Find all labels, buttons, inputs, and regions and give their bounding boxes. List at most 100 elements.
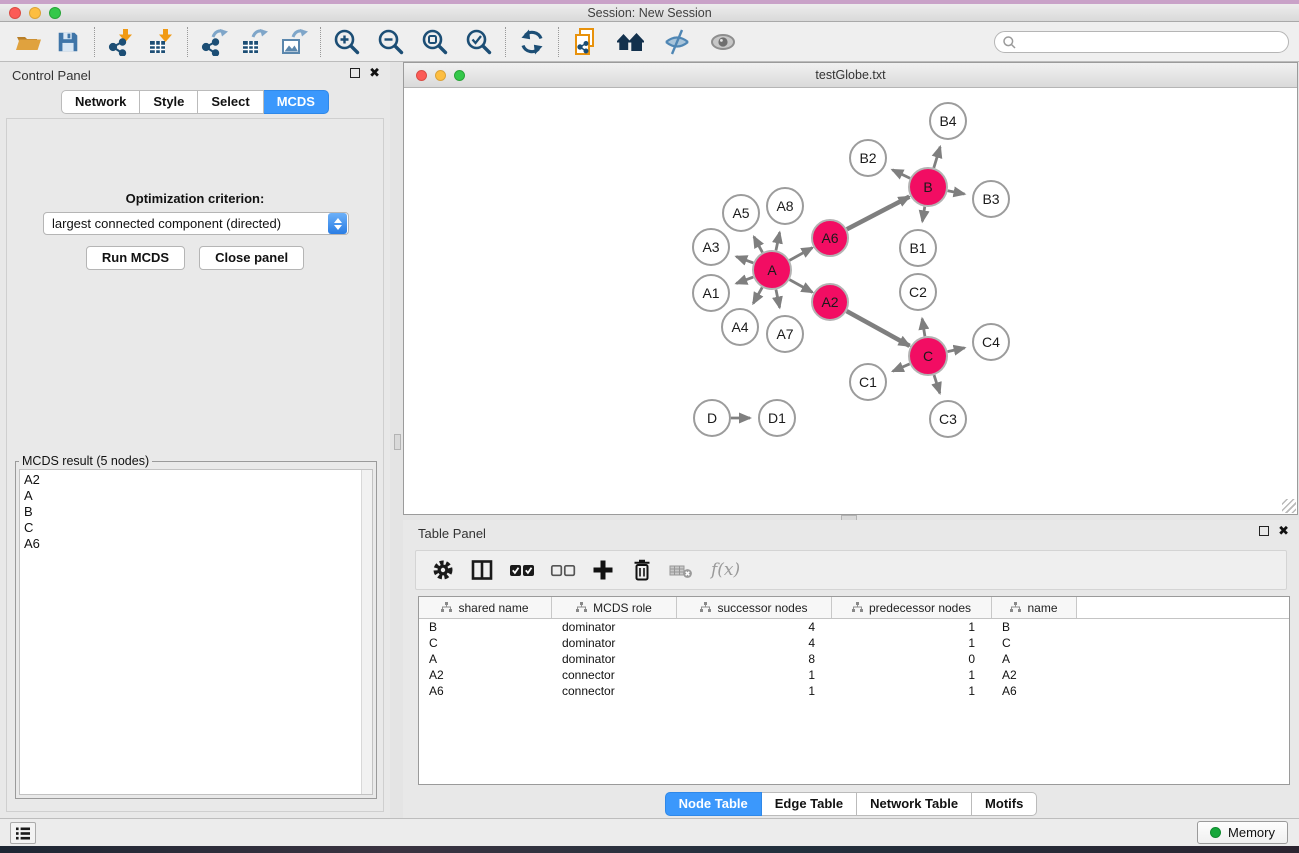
graph-node-A3[interactable]: A3 bbox=[693, 229, 729, 265]
edge-C-C2[interactable] bbox=[922, 319, 925, 337]
open-network-from-cloud-button[interactable] bbox=[569, 26, 601, 58]
close-panel-button[interactable]: Close panel bbox=[199, 246, 304, 270]
graph-node-B4[interactable]: B4 bbox=[930, 103, 966, 139]
tab-select[interactable]: Select bbox=[198, 90, 263, 114]
import-table-button[interactable] bbox=[145, 26, 177, 58]
edge-C-C3[interactable] bbox=[934, 375, 940, 393]
select-all-rows-button[interactable] bbox=[508, 555, 536, 585]
table-row[interactable]: Cdominator41C bbox=[419, 635, 1289, 651]
edge-C-C1[interactable] bbox=[893, 364, 910, 371]
edge-B-B2[interactable] bbox=[892, 170, 910, 179]
open-session-button[interactable] bbox=[12, 26, 44, 58]
edge-A-A2[interactable] bbox=[790, 280, 813, 293]
graph-node-A2[interactable]: A2 bbox=[812, 284, 848, 320]
close-table-panel-icon[interactable]: ✖ bbox=[1278, 526, 1289, 536]
edge-B-B1[interactable] bbox=[922, 207, 924, 222]
graph-node-B1[interactable]: B1 bbox=[900, 230, 936, 266]
network-canvas[interactable]: ABCA6A2A1A3A4A5A7A8B1B2B3B4C1C2C3C4DD1 bbox=[404, 89, 1297, 514]
hide-details-button[interactable] bbox=[661, 26, 693, 58]
delete-columns-button[interactable] bbox=[629, 555, 655, 585]
deselect-all-rows-button[interactable] bbox=[549, 555, 577, 585]
import-network-button[interactable] bbox=[105, 26, 137, 58]
export-network-button[interactable] bbox=[198, 26, 230, 58]
graph-node-A[interactable]: A bbox=[753, 251, 791, 289]
graph-node-A7[interactable]: A7 bbox=[767, 316, 803, 352]
tab-network-table[interactable]: Network Table bbox=[857, 792, 972, 816]
column-visibility-button[interactable] bbox=[469, 555, 495, 585]
tab-node-table[interactable]: Node Table bbox=[665, 792, 762, 816]
edge-A-A5[interactable] bbox=[754, 237, 763, 253]
zoom-out-button[interactable] bbox=[375, 26, 407, 58]
table-row[interactable]: A2connector11A2 bbox=[419, 667, 1289, 683]
float-panel-icon[interactable] bbox=[350, 68, 360, 78]
tab-network[interactable]: Network bbox=[61, 90, 140, 114]
vertical-divider-grip[interactable] bbox=[394, 434, 401, 450]
table-row[interactable]: Bdominator41B bbox=[419, 619, 1289, 635]
node-table[interactable]: shared nameMCDS rolesuccessor nodesprede… bbox=[418, 596, 1290, 785]
graph-node-B2[interactable]: B2 bbox=[850, 140, 886, 176]
criterion-select[interactable]: largest connected component (directed) bbox=[43, 212, 349, 235]
table-row[interactable]: Adominator80A bbox=[419, 651, 1289, 667]
graph-node-A1[interactable]: A1 bbox=[693, 275, 729, 311]
graph-node-D1[interactable]: D1 bbox=[759, 400, 795, 436]
edge-B-B4[interactable] bbox=[934, 147, 940, 168]
column-header-name[interactable]: name bbox=[992, 597, 1077, 618]
tab-style[interactable]: Style bbox=[140, 90, 198, 114]
graph-node-C3[interactable]: C3 bbox=[930, 401, 966, 437]
edge-A-A4[interactable] bbox=[753, 287, 762, 303]
close-panel-icon[interactable]: ✖ bbox=[369, 68, 380, 78]
mcds-result-item[interactable]: A6 bbox=[24, 536, 372, 552]
zoom-in-button[interactable] bbox=[331, 26, 363, 58]
tab-mcds[interactable]: MCDS bbox=[264, 90, 329, 114]
edge-B-B3[interactable] bbox=[948, 191, 965, 194]
mcds-result-item[interactable]: C bbox=[24, 520, 372, 536]
edge-A2-C[interactable] bbox=[847, 311, 910, 346]
export-table-button[interactable] bbox=[238, 26, 270, 58]
graph-node-D[interactable]: D bbox=[694, 400, 730, 436]
column-header-mcds_role[interactable]: MCDS role bbox=[552, 597, 677, 618]
network-graph[interactable]: ABCA6A2A1A3A4A5A7A8B1B2B3B4C1C2C3C4DD1 bbox=[404, 89, 1297, 514]
graph-node-A5[interactable]: A5 bbox=[723, 195, 759, 231]
delete-table-button[interactable] bbox=[668, 555, 696, 585]
search-input[interactable] bbox=[1017, 33, 1288, 51]
edge-A-A8[interactable] bbox=[776, 232, 780, 250]
create-column-button[interactable] bbox=[590, 555, 616, 585]
edge-A-A1[interactable] bbox=[736, 277, 753, 283]
graph-node-C1[interactable]: C1 bbox=[850, 364, 886, 400]
edge-A-A7[interactable] bbox=[776, 290, 780, 308]
edge-C-C4[interactable] bbox=[948, 348, 965, 352]
tab-edge-table[interactable]: Edge Table bbox=[762, 792, 857, 816]
graph-node-A4[interactable]: A4 bbox=[722, 309, 758, 345]
graph-node-C2[interactable]: C2 bbox=[900, 274, 936, 310]
graph-node-B3[interactable]: B3 bbox=[973, 181, 1009, 217]
show-details-button[interactable] bbox=[707, 26, 739, 58]
zoom-selected-button[interactable] bbox=[463, 26, 495, 58]
float-table-panel-icon[interactable] bbox=[1259, 526, 1269, 536]
memory-button[interactable]: Memory bbox=[1197, 821, 1288, 844]
run-mcds-button[interactable]: Run MCDS bbox=[86, 246, 185, 270]
mcds-result-item[interactable]: A2 bbox=[24, 472, 372, 488]
function-builder-button[interactable]: f(x) bbox=[709, 555, 740, 585]
mcds-result-item[interactable]: A bbox=[24, 488, 372, 504]
graph-node-A8[interactable]: A8 bbox=[767, 188, 803, 224]
toolbar-search[interactable] bbox=[994, 31, 1289, 53]
tab-motifs[interactable]: Motifs bbox=[972, 792, 1037, 816]
mcds-result-item[interactable]: B bbox=[24, 504, 372, 520]
mcds-result-list[interactable]: A2ABCA6 bbox=[19, 469, 373, 795]
list-scrollbar[interactable] bbox=[361, 470, 372, 794]
show-panels-button[interactable] bbox=[10, 822, 36, 844]
column-header-predecessor_nodes[interactable]: predecessor nodes bbox=[832, 597, 992, 618]
graph-node-C[interactable]: C bbox=[909, 337, 947, 375]
window-resize-grip[interactable] bbox=[1282, 499, 1296, 513]
save-session-button[interactable] bbox=[52, 26, 84, 58]
column-header-shared_name[interactable]: shared name bbox=[419, 597, 552, 618]
column-header-successor_nodes[interactable]: successor nodes bbox=[677, 597, 832, 618]
table-header-row[interactable]: shared nameMCDS rolesuccessor nodesprede… bbox=[419, 597, 1289, 619]
network-home-button[interactable] bbox=[615, 26, 647, 58]
apply-layout-button[interactable] bbox=[516, 26, 548, 58]
graph-node-C4[interactable]: C4 bbox=[973, 324, 1009, 360]
edge-A-A6[interactable] bbox=[790, 248, 813, 261]
edge-A6-B[interactable] bbox=[847, 197, 910, 230]
graph-node-A6[interactable]: A6 bbox=[812, 220, 848, 256]
edge-A-A3[interactable] bbox=[736, 257, 753, 263]
